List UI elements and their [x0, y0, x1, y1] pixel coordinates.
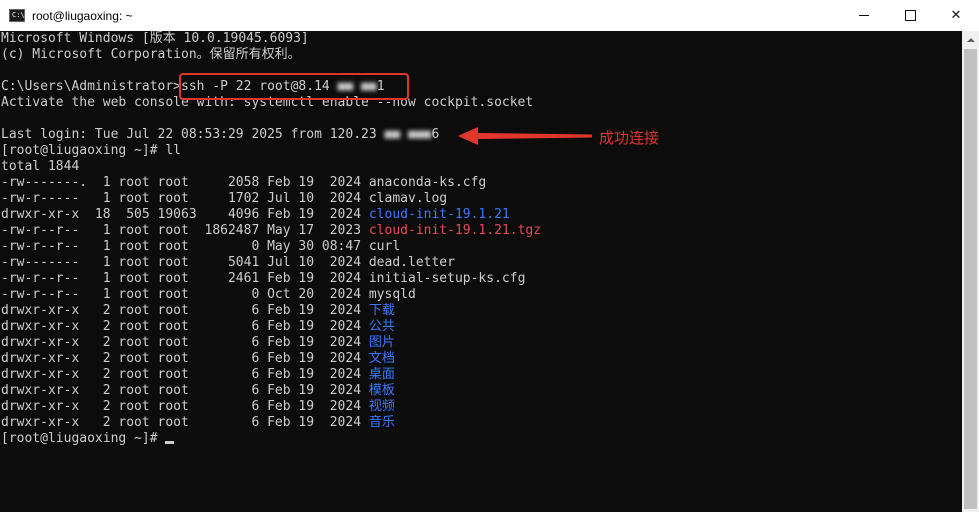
header-line-copyright: (c) Microsoft Corporation。保留所有权利。 [1, 47, 301, 62]
listing-filename: initial-setup-ks.cfg [368, 271, 526, 286]
listing-meta: drwxr-xr-x 2 root root 6 Feb 19 2024 [1, 351, 369, 366]
scroll-up-arrow-icon[interactable] [962, 31, 979, 48]
listing-row: drwxr-xr-x 2 root root 6 Feb 19 2024 图片 [1, 335, 962, 351]
listing-row: drwxr-xr-x 2 root root 6 Feb 19 2024 公共 [1, 319, 962, 335]
header-line-version: Microsoft Windows [版本 10.0.19045.6093] [1, 31, 309, 46]
file-listing: -rw-------. 1 root root 2058 Feb 19 2024… [1, 175, 962, 431]
listing-meta: drwxr-xr-x 2 root root 6 Feb 19 2024 [1, 335, 369, 350]
title-bar[interactable]: C:\ root@liugaoxing: ~ [0, 0, 979, 32]
listing-row: drwxr-xr-x 2 root root 6 Feb 19 2024 下载 [1, 303, 962, 319]
listing-filename: dead.letter [368, 255, 455, 270]
listing-filename: clamav.log [368, 191, 448, 206]
vertical-scrollbar[interactable] [962, 31, 979, 512]
listing-filename: 桌面 [368, 367, 395, 382]
listing-filename: 视频 [368, 399, 395, 414]
listing-meta: drwxr-xr-x 2 root root 6 Feb 19 2024 [1, 383, 369, 398]
listing-filename: 音乐 [368, 415, 395, 430]
last-login-end: 6 [431, 127, 440, 142]
console-output[interactable]: Microsoft Windows [版本 10.0.19045.6093] (… [0, 31, 962, 512]
listing-row: -rw-r--r-- 1 root root 0 Oct 20 2024 mys… [1, 287, 962, 303]
listing-filename: cloud-init-19.1.21 [368, 207, 510, 222]
listing-meta: drwxr-xr-x 2 root root 6 Feb 19 2024 [1, 367, 369, 382]
terminal-window: C:\ root@liugaoxing: ~ Microsoft Windows… [0, 0, 979, 512]
window-controls [841, 0, 979, 31]
text-cursor [165, 441, 175, 444]
listing-row: -rw------- 1 root root 5041 Jul 10 2024 … [1, 255, 962, 271]
listing-meta: drwxr-xr-x 2 root root 6 Feb 19 2024 [1, 319, 369, 334]
last-login-text: Last login: Tue Jul 22 08:53:29 2025 fro… [1, 127, 377, 142]
listing-filename: mysqld [368, 287, 416, 302]
listing-meta: drwxr-xr-x 18 505 19063 4096 Feb 19 2024 [1, 207, 369, 222]
console-app-icon[interactable]: C:\ [9, 9, 25, 22]
activate-line: Activate the web console with: systemctl… [1, 95, 534, 110]
scroll-thumb[interactable] [964, 49, 977, 509]
minimize-button[interactable] [841, 0, 887, 31]
annotation-label: 成功连接 [599, 129, 660, 147]
total-line: total 1844 [1, 159, 80, 174]
listing-filename: curl [368, 239, 401, 254]
redacted-ip: ■■ ■■■ [376, 127, 432, 142]
listing-meta: drwxr-xr-x 2 root root 6 Feb 19 2024 [1, 415, 369, 430]
ssh-command-line: C:\Users\Administrator>ssh -P 22 root@8.… [1, 79, 962, 95]
maximize-button[interactable] [887, 0, 933, 31]
listing-filename: anaconda-ks.cfg [368, 175, 487, 190]
listing-row: drwxr-xr-x 18 505 19063 4096 Feb 19 2024… [1, 207, 962, 223]
listing-row: -rw-r--r-- 1 root root 2461 Feb 19 2024 … [1, 271, 962, 287]
window-title: root@liugaoxing: ~ [32, 8, 133, 23]
listing-filename: 图片 [368, 335, 395, 350]
listing-meta: -rw-r--r-- 1 root root 0 May 30 08:47 [1, 239, 369, 254]
listing-row: -rw-------. 1 root root 2058 Feb 19 2024… [1, 175, 962, 191]
listing-row: drwxr-xr-x 2 root root 6 Feb 19 2024 文档 [1, 351, 962, 367]
listing-filename: 公共 [368, 319, 395, 334]
listing-row: -rw-r--r-- 1 root root 0 May 30 08:47 cu… [1, 239, 962, 255]
annotation-arrow-icon [458, 127, 592, 145]
listing-meta: -rw-r----- 1 root root 1702 Jul 10 2024 [1, 191, 369, 206]
listing-meta: -rw-------. 1 root root 2058 Feb 19 2024 [1, 175, 369, 190]
final-prompt: [root@liugaoxing ~]# [1, 431, 166, 446]
listing-meta: drwxr-xr-x 2 root root 6 Feb 19 2024 [1, 399, 369, 414]
listing-filename: cloud-init-19.1.21.tgz [368, 223, 542, 238]
listing-meta: -rw-r--r-- 1 root root 0 Oct 20 2024 [1, 287, 369, 302]
cmd-prompt: C:\Users\Administrator> [1, 79, 182, 94]
listing-meta: -rw-r--r-- 1 root root 1862487 May 17 20… [1, 223, 369, 238]
listing-meta: -rw------- 1 root root 5041 Jul 10 2024 [1, 255, 369, 270]
listing-row: drwxr-xr-x 2 root root 6 Feb 19 2024 桌面 [1, 367, 962, 383]
listing-filename: 模板 [368, 383, 395, 398]
close-button[interactable] [933, 0, 979, 31]
listing-filename: 下载 [368, 303, 395, 318]
listing-row: drwxr-xr-x 2 root root 6 Feb 19 2024 视频 [1, 399, 962, 415]
listing-row: -rw-r--r-- 1 root root 1862487 May 17 20… [1, 223, 962, 239]
ssh-command-highlight-box [179, 73, 409, 100]
listing-meta: -rw-r--r-- 1 root root 2461 Feb 19 2024 [1, 271, 369, 286]
listing-filename: 文档 [368, 351, 395, 366]
listing-row: -rw-r----- 1 root root 1702 Jul 10 2024 … [1, 191, 962, 207]
listing-row: drwxr-xr-x 2 root root 6 Feb 19 2024 音乐 [1, 415, 962, 431]
listing-meta: drwxr-xr-x 2 root root 6 Feb 19 2024 [1, 303, 369, 318]
final-prompt-line[interactable]: [root@liugaoxing ~]# [1, 431, 962, 447]
listing-row: drwxr-xr-x 2 root root 6 Feb 19 2024 模板 [1, 383, 962, 399]
